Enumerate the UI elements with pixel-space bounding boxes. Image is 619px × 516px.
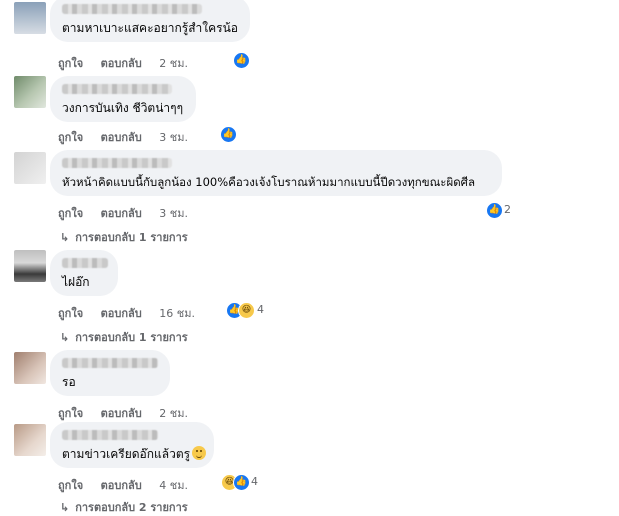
reply-button[interactable]: ตอบกลับ <box>101 407 142 420</box>
timestamp[interactable]: 4 ชม. <box>159 479 188 492</box>
like-button[interactable]: ถูกใจ <box>58 407 83 420</box>
avatar[interactable] <box>14 424 46 456</box>
commenter-name-blurred[interactable] <box>62 430 158 440</box>
comment-bubble: ตามข่าวเครียดอ๊กแล้วตรู <box>50 422 214 468</box>
view-replies-link[interactable]: ↳ การตอบกลับ 1 รายการ <box>60 328 188 346</box>
comment-bubble: ไฝอ๊ก <box>50 250 118 296</box>
commenter-name-blurred[interactable] <box>62 84 172 94</box>
comment-text: รอ <box>62 375 76 389</box>
timestamp[interactable]: 3 ชม. <box>159 207 188 220</box>
like-button[interactable]: ถูกใจ <box>58 57 83 70</box>
view-replies-link[interactable]: ↳ การตอบกลับ 2 รายการ <box>60 498 188 516</box>
reaction-count[interactable]: 4 <box>257 303 264 316</box>
avatar[interactable] <box>14 352 46 384</box>
comment-text-body: ตามข่าวเครียดอ๊กแล้วตรู <box>62 447 191 461</box>
avatar[interactable] <box>14 2 46 34</box>
comment-actions: ถูกใจ ตอบกลับ 16 ชม. <box>58 304 209 322</box>
reply-button[interactable]: ตอบกลับ <box>101 131 142 144</box>
reply-button[interactable]: ตอบกลับ <box>101 307 142 320</box>
reply-arrow-icon: ↳ <box>60 501 70 514</box>
commenter-name-blurred[interactable] <box>62 258 108 268</box>
commenter-name-blurred[interactable] <box>62 158 172 168</box>
replies-count-label[interactable]: การตอบกลับ 1 รายการ <box>75 331 187 344</box>
commenter-name-blurred[interactable] <box>62 358 158 368</box>
like-icon[interactable]: 👍 <box>233 474 250 491</box>
view-replies-link[interactable]: ↳ การตอบกลับ 1 รายการ <box>60 228 188 246</box>
reply-button[interactable]: ตอบกลับ <box>101 479 142 492</box>
comment-text: ตามข่าวเครียดอ๊กแล้วตรู <box>62 446 207 462</box>
timestamp[interactable]: 2 ชม. <box>159 407 188 420</box>
reply-arrow-icon: ↳ <box>60 331 70 344</box>
like-icon: 👍 <box>220 126 237 143</box>
comment-actions: ถูกใจ ตอบกลับ 3 ชม. <box>58 204 202 222</box>
comment-bubble: วงการบันเทิง ชีวิตน่าๆๆ <box>50 76 196 122</box>
comment-actions: ถูกใจ ตอบกลับ 2 ชม. <box>58 404 202 422</box>
like-button[interactable]: ถูกใจ <box>58 207 83 220</box>
comment-bubble: หัวหน้าคิดแบบนี้กับลูกน้อง 100%คือวงเจ้ง… <box>50 150 502 196</box>
smile-emoji-icon <box>192 446 207 460</box>
like-button[interactable]: ถูกใจ <box>58 307 83 320</box>
reply-arrow-icon: ↳ <box>60 231 70 244</box>
comment-bubble: ตามหาเบาะแสคะอยากรู้สำใครน้อ <box>50 0 250 42</box>
comment-bubble: รอ <box>50 350 170 396</box>
comment-text: หัวหน้าคิดแบบนี้กับลูกน้อง 100%คือวงเจ้ง… <box>62 175 476 189</box>
avatar[interactable] <box>14 152 46 184</box>
reaction-count[interactable]: 2 <box>504 203 511 216</box>
comment-actions: ถูกใจ ตอบกลับ 4 ชม. <box>58 476 202 494</box>
avatar[interactable] <box>14 250 46 282</box>
comment-text: วงการบันเทิง ชีวิตน่าๆๆ <box>62 101 184 115</box>
like-button[interactable]: ถูกใจ <box>58 131 83 144</box>
reply-button[interactable]: ตอบกลับ <box>101 57 142 70</box>
timestamp[interactable]: 3 ชม. <box>159 131 188 144</box>
like-button[interactable]: ถูกใจ <box>58 479 83 492</box>
like-icon: 👍 <box>233 52 250 69</box>
reply-button[interactable]: ตอบกลับ <box>101 207 142 220</box>
comment-actions: ถูกใจ ตอบกลับ 3 ชม. <box>58 128 202 146</box>
haha-icon[interactable]: 😆 <box>238 302 255 319</box>
comment-text: ไฝอ๊ก <box>62 275 90 289</box>
reaction-count[interactable]: 4 <box>251 475 258 488</box>
comment-text: ตามหาเบาะแสคะอยากรู้สำใครน้อ <box>62 21 239 35</box>
avatar[interactable] <box>14 76 46 108</box>
commenter-name-blurred[interactable] <box>62 4 202 14</box>
comment-actions: ถูกใจ ตอบกลับ 2 ชม. <box>58 54 202 72</box>
timestamp[interactable]: 2 ชม. <box>159 57 188 70</box>
timestamp[interactable]: 16 ชม. <box>159 307 195 320</box>
replies-count-label[interactable]: การตอบกลับ 2 รายการ <box>75 501 187 514</box>
replies-count-label[interactable]: การตอบกลับ 1 รายการ <box>75 231 187 244</box>
like-icon[interactable]: 👍 <box>486 202 503 219</box>
